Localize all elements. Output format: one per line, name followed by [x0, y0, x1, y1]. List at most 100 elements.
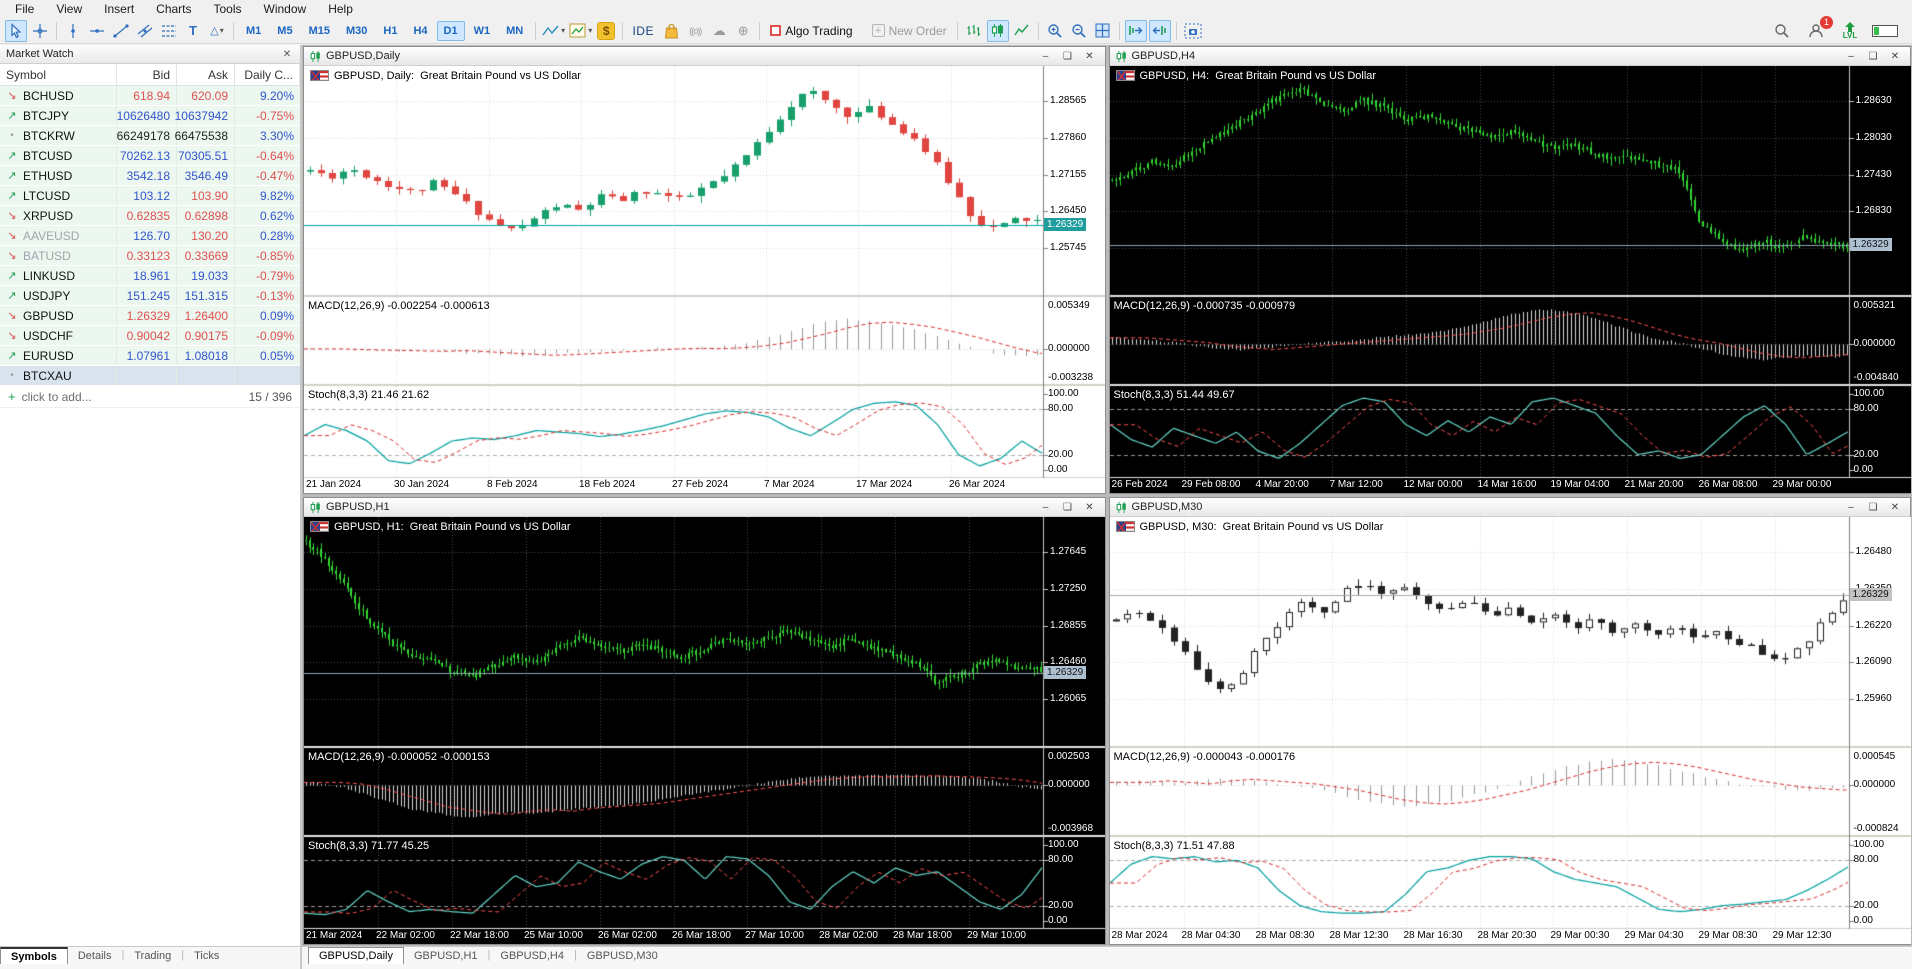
table-row-usdjpy[interactable]: ↗USDJPY151.245151.315-0.13% — [0, 286, 300, 306]
tile-windows-button[interactable] — [1092, 20, 1114, 42]
vertical-line-tool-button[interactable] — [62, 20, 84, 42]
chart-window-gbpusd-h4[interactable]: GBPUSD,H4–❏✕GBPUSD, H4: Great Britain Po… — [1109, 46, 1912, 494]
table-row-linkusd[interactable]: ↗LINKUSD18.96119.033-0.79% — [0, 266, 300, 286]
tab-details[interactable]: Details — [68, 947, 122, 964]
table-row-ethusd[interactable]: ↗ETHUSD3542.183546.49-0.47% — [0, 166, 300, 186]
menu-item-help[interactable]: Help — [317, 1, 364, 17]
maximize-button[interactable]: ❏ — [1062, 51, 1074, 62]
table-row-btcxau[interactable]: •BTCXAU — [0, 366, 300, 386]
chart-canvas-gbpusd-h4[interactable] — [1110, 66, 1911, 493]
chart-tab-gbpusd-daily[interactable]: GBPUSD,Daily — [308, 947, 404, 964]
chart-body[interactable]: GBPUSD, H1: Great Britain Pound vs US Do… — [304, 517, 1105, 944]
column-header-dailyc[interactable]: Daily C... — [235, 64, 300, 85]
table-row-btcjpy[interactable]: ↗BTCJPY1062648010637942-0.75% — [0, 106, 300, 126]
minimize-button[interactable]: – — [1845, 51, 1857, 62]
minimize-button[interactable]: – — [1040, 51, 1052, 62]
chart-canvas-gbpusd-m30[interactable] — [1110, 517, 1911, 944]
community-button[interactable]: ⊕ — [732, 20, 754, 42]
column-header-ask[interactable]: Ask — [177, 64, 235, 85]
menu-item-file[interactable]: File — [4, 1, 45, 17]
minimize-button[interactable]: – — [1845, 502, 1857, 513]
close-button[interactable]: ✕ — [1889, 51, 1901, 62]
maximize-button[interactable]: ❏ — [1867, 51, 1879, 62]
timeframe-button-w1[interactable]: W1 — [467, 21, 498, 41]
close-button[interactable]: ✕ — [1084, 51, 1096, 62]
close-icon[interactable]: ✕ — [280, 49, 294, 60]
horizontal-line-tool-button[interactable] — [86, 20, 108, 42]
indicators-button[interactable]: ▾ — [568, 20, 593, 42]
table-row-gbpusd[interactable]: ↘GBPUSD1.263291.264000.09% — [0, 306, 300, 326]
shift-end-button[interactable] — [1125, 20, 1147, 42]
new-order-button[interactable]: + New Order — [867, 20, 952, 42]
tab-ticks[interactable]: Ticks — [184, 947, 229, 964]
menu-item-tools[interactable]: Tools — [203, 1, 253, 17]
timeframe-button-m5[interactable]: M5 — [270, 21, 299, 41]
notifications-button[interactable]: 1 — [1805, 20, 1827, 42]
trendline-tool-button[interactable] — [110, 20, 132, 42]
candle-chart-type-button[interactable] — [987, 20, 1009, 42]
table-row-eurusd[interactable]: ↗EURUSD1.079611.080180.05% — [0, 346, 300, 366]
timeframe-button-d1[interactable]: D1 — [437, 21, 465, 41]
channel-tool-button[interactable] — [134, 20, 156, 42]
zoom-in-button[interactable] — [1044, 20, 1066, 42]
table-row-ltcusd[interactable]: ↗LTCUSD103.12103.909.82% — [0, 186, 300, 206]
chart-window-gbpusd-h1[interactable]: GBPUSD,H1–❏✕GBPUSD, H1: Great Britain Po… — [303, 497, 1106, 945]
symbols-dialog-button[interactable]: $ — [595, 20, 617, 42]
tab-symbols[interactable]: Symbols — [0, 947, 68, 964]
algo-trading-button[interactable]: Algo Trading — [765, 20, 857, 42]
chart-body[interactable]: GBPUSD, Daily: Great Britain Pound vs US… — [304, 66, 1105, 493]
chart-tab-gbpusd-h1[interactable]: GBPUSD,H1 — [404, 947, 488, 964]
shapes-tool-button[interactable]: △ ▾ — [206, 20, 228, 42]
timeframe-button-m30[interactable]: M30 — [339, 21, 374, 41]
table-row-xrpusd[interactable]: ↘XRPUSD0.628350.628980.62% — [0, 206, 300, 226]
chart-window-titlebar[interactable]: GBPUSD,M30–❏✕ — [1110, 498, 1911, 517]
click-to-add[interactable]: click to add... — [22, 390, 92, 404]
chart-window-gbpusd-daily[interactable]: GBPUSD,Daily–❏✕GBPUSD, Daily: Great Brit… — [303, 46, 1106, 494]
table-row-bchusd[interactable]: ↘BCHUSD618.94620.099.20% — [0, 86, 300, 106]
chart-canvas-gbpusd-h1[interactable] — [304, 517, 1105, 944]
close-button[interactable]: ✕ — [1084, 502, 1096, 513]
table-row-aaveusd[interactable]: ↘AAVEUSD126.70130.200.28% — [0, 226, 300, 246]
chart-body[interactable]: GBPUSD, M30: Great Britain Pound vs US D… — [1110, 517, 1911, 944]
line-chart-type-button[interactable] — [1011, 20, 1033, 42]
table-row-usdchf[interactable]: ↘USDCHF0.900420.90175-0.09% — [0, 326, 300, 346]
table-row-batusd[interactable]: ↘BATUSD0.331230.33669-0.85% — [0, 246, 300, 266]
ide-button[interactable]: IDE — [628, 20, 658, 42]
screenshot-button[interactable] — [1182, 20, 1204, 42]
close-button[interactable]: ✕ — [1889, 502, 1901, 513]
timeframe-button-m1[interactable]: M1 — [239, 21, 268, 41]
fibonacci-tool-button[interactable] — [158, 20, 180, 42]
column-header-bid[interactable]: Bid — [117, 64, 177, 85]
text-tool-button[interactable]: T — [182, 20, 204, 42]
shift-begin-button[interactable] — [1149, 20, 1171, 42]
cloud-button[interactable]: ☁ — [708, 20, 730, 42]
timeframe-button-h1[interactable]: H1 — [376, 21, 404, 41]
chart-canvas-gbpusd-daily[interactable] — [304, 66, 1105, 493]
timeframe-button-mn[interactable]: MN — [499, 21, 530, 41]
search-button[interactable] — [1771, 20, 1793, 42]
table-row-btcusd[interactable]: ↗BTCUSD70262.1370305.51-0.64% — [0, 146, 300, 166]
timeframe-button-m15[interactable]: M15 — [302, 21, 337, 41]
chart-tab-gbpusd-m30[interactable]: GBPUSD,M30 — [577, 947, 668, 964]
table-row-btckrw[interactable]: •BTCKRW66249178664755383.30% — [0, 126, 300, 146]
line-studies-button[interactable]: ▾ — [541, 20, 566, 42]
maximize-button[interactable]: ❏ — [1867, 502, 1879, 513]
market-button[interactable] — [660, 20, 682, 42]
chart-body[interactable]: GBPUSD, H4: Great Britain Pound vs US Do… — [1110, 66, 1911, 493]
menu-item-insert[interactable]: Insert — [93, 1, 145, 17]
menu-item-window[interactable]: Window — [253, 1, 318, 17]
chart-window-gbpusd-m30[interactable]: GBPUSD,M30–❏✕GBPUSD, M30: Great Britain … — [1109, 497, 1912, 945]
chart-window-titlebar[interactable]: GBPUSD,H4–❏✕ — [1110, 47, 1911, 66]
crosshair-tool-button[interactable] — [29, 20, 51, 42]
timeframe-button-h4[interactable]: H4 — [406, 21, 434, 41]
maximize-button[interactable]: ❏ — [1062, 502, 1074, 513]
tab-trading[interactable]: Trading — [124, 947, 181, 964]
signals-button[interactable]: ((o)) — [684, 20, 706, 42]
level-button[interactable]: LVL — [1839, 20, 1861, 42]
chart-window-titlebar[interactable]: GBPUSD,Daily–❏✕ — [304, 47, 1105, 66]
menu-item-charts[interactable]: Charts — [145, 1, 202, 17]
zoom-out-button[interactable] — [1068, 20, 1090, 42]
bar-chart-type-button[interactable] — [963, 20, 985, 42]
cursor-tool-button[interactable] — [5, 20, 27, 42]
column-header-symbol[interactable]: Symbol — [0, 64, 117, 85]
